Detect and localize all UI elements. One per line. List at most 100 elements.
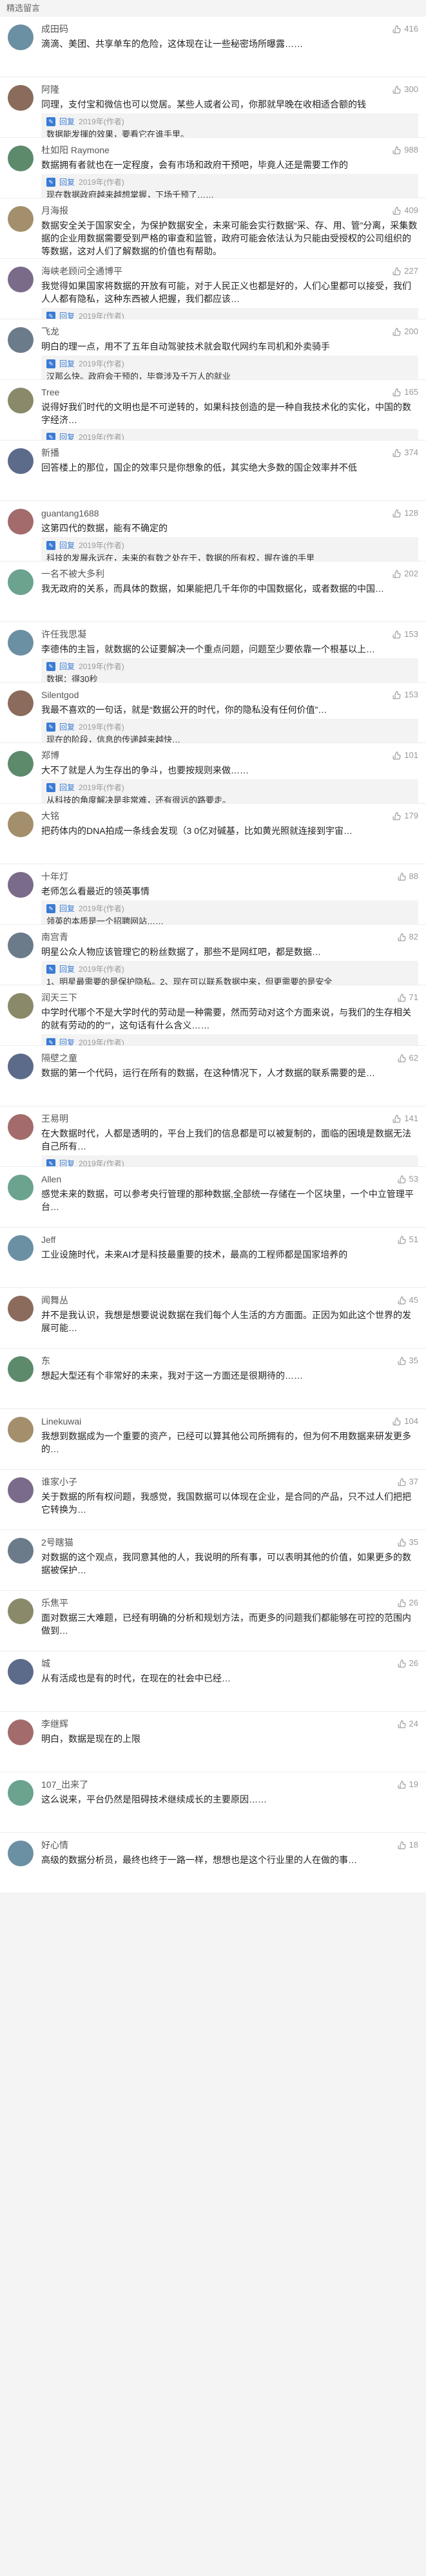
- like-button[interactable]: 35: [398, 1355, 418, 1367]
- avatar[interactable]: [8, 448, 34, 474]
- like-button[interactable]: 988: [392, 144, 418, 156]
- like-button[interactable]: 26: [398, 1597, 418, 1609]
- avatar[interactable]: [8, 509, 34, 535]
- avatar[interactable]: [8, 811, 34, 837]
- like-button[interactable]: 409: [392, 205, 418, 216]
- commenter-name: 乐焦平: [41, 1598, 68, 1608]
- like-button[interactable]: 26: [398, 1658, 418, 1669]
- comment-item: 十年灯 88 老师怎么看最近的领英事情 ✎ 回复 2019年(作者) 领英的本质是一个招聘网…: [0, 864, 426, 925]
- commenter-name: 杜如阳 Raymone: [41, 145, 110, 155]
- comment-text: 我无政府的关系，而具体的数据，如果能把几千年你的中国数据化，或者数据的中国…: [41, 583, 384, 594]
- avatar[interactable]: [8, 85, 34, 111]
- thumbs-up-icon: [398, 1599, 406, 1607]
- avatar[interactable]: [8, 146, 34, 171]
- like-button[interactable]: 179: [392, 810, 418, 822]
- reply-label: 回复: [59, 662, 75, 671]
- avatar[interactable]: [8, 1175, 34, 1200]
- avatar[interactable]: [8, 1841, 34, 1866]
- avatar[interactable]: [8, 1780, 34, 1806]
- avatar[interactable]: [8, 1054, 34, 1079]
- like-count: 202: [404, 569, 418, 578]
- comment-text: 明白的理一点，用不了五年自动驾驶技术就会取代网约车司机和外卖骑手: [41, 341, 330, 352]
- like-count: 51: [409, 1235, 418, 1244]
- comment-text: 数据拥有者就也在一定程度，会有市场和政府干预吧，毕竟人还是需要工作的: [41, 160, 348, 170]
- comment-item: 成田码 416 滴滴、美团、共享单车的危险，这体现在让一些秘密场所曝露……: [0, 17, 426, 77]
- avatar[interactable]: [8, 1296, 34, 1321]
- like-button[interactable]: 18: [398, 1839, 418, 1851]
- like-button[interactable]: 128: [392, 507, 418, 519]
- avatar[interactable]: [8, 630, 34, 656]
- avatar[interactable]: [8, 1356, 34, 1382]
- thumbs-up-icon: [398, 1539, 406, 1547]
- like-button[interactable]: 104: [392, 1416, 418, 1427]
- author-badge-icon: ✎: [46, 904, 55, 913]
- avatar[interactable]: [8, 933, 34, 958]
- comment-item: 阿隆 300 同理，支付宝和微信也可以觉居。某些人或者公司，你那就早晚在收相适合额的…: [0, 77, 426, 138]
- comment-item: 新播 374 回答楼上的那位，国企的效率只是你想象的低，其实绝大多数的国企效率并不低: [0, 440, 426, 501]
- like-button[interactable]: 82: [398, 931, 418, 943]
- like-button[interactable]: 88: [398, 871, 418, 882]
- avatar-image: [8, 993, 34, 1019]
- like-button[interactable]: 200: [392, 326, 418, 337]
- like-button[interactable]: 37: [398, 1476, 418, 1488]
- like-button[interactable]: 24: [398, 1718, 418, 1730]
- reply-text: 1、明星最需要的是保护隐私。2、现在可以联系数据中来，但更需要的是安全: [46, 977, 333, 985]
- avatar[interactable]: [8, 751, 34, 777]
- avatar[interactable]: [8, 1417, 34, 1443]
- reply-header: ✎ 回复 2019年(作者): [46, 1037, 413, 1045]
- like-button[interactable]: 141: [392, 1113, 418, 1124]
- comment-item: guantang1688 128 这第四代的数据，能有不确定的 ✎ 回复 2019年(作者…: [0, 501, 426, 562]
- like-button[interactable]: 19: [398, 1779, 418, 1790]
- avatar[interactable]: [8, 327, 34, 353]
- like-button[interactable]: 101: [392, 750, 418, 761]
- avatar[interactable]: [8, 569, 34, 595]
- comment-text: 说得好我们时代的文明也是不可逆转的，如果科技创造的是一种自我技术化的实化，中国的…: [41, 402, 411, 425]
- comment-item: 许任我思凝 153 李德伟的主旨，就数据的公证要解决一个重点问题，问题至少要依靠一个…: [0, 622, 426, 683]
- avatar[interactable]: [8, 1538, 34, 1564]
- avatar[interactable]: [8, 690, 34, 716]
- like-button[interactable]: 202: [392, 568, 418, 580]
- like-count: 45: [409, 1295, 418, 1305]
- thumbs-up-icon: [398, 873, 406, 881]
- like-button[interactable]: 53: [398, 1173, 418, 1185]
- avatar[interactable]: [8, 1598, 34, 1624]
- like-button[interactable]: 165: [392, 386, 418, 398]
- avatar[interactable]: [8, 1477, 34, 1503]
- author-reply: ✎ 回复 2019年(作者) 现在数据政府越来越想掌握，下场千预了……: [41, 174, 418, 198]
- comment-text: 老师怎么看最近的领英事情: [41, 886, 150, 896]
- avatar-image: [8, 1598, 34, 1624]
- like-button[interactable]: 35: [398, 1537, 418, 1548]
- avatar[interactable]: [8, 1719, 34, 1745]
- avatar[interactable]: [8, 993, 34, 1019]
- like-button[interactable]: 300: [392, 84, 418, 95]
- reply-label: 回复: [59, 312, 75, 319]
- author-reply: ✎ 回复 2019年(作者) 科技的发展永远在，未来的有数之处在于，数据的所有权，握在…: [41, 537, 418, 561]
- avatar[interactable]: [8, 1114, 34, 1140]
- avatar[interactable]: [8, 206, 34, 232]
- commenter-name: Jeff: [41, 1235, 56, 1245]
- like-button[interactable]: 45: [398, 1294, 418, 1306]
- author-reply: ✎回复2019年(作者)所以我需要一个新的安全保护方式: [41, 1155, 418, 1166]
- avatar[interactable]: [8, 1659, 34, 1685]
- like-button[interactable]: 153: [392, 689, 418, 701]
- commenter-name: 许任我思凝: [41, 629, 86, 639]
- comment-item: Allen 53 感觉未来的数据，可以参考央行管理的那种数据,全部统一存储在一个区块…: [0, 1167, 426, 1227]
- author-badge-icon: ✎: [46, 433, 55, 440]
- like-button[interactable]: 153: [392, 629, 418, 640]
- avatar[interactable]: [8, 872, 34, 898]
- avatar[interactable]: [8, 267, 34, 292]
- avatar-image: [8, 1235, 34, 1261]
- like-button[interactable]: 51: [398, 1234, 418, 1245]
- like-button[interactable]: 416: [392, 23, 418, 35]
- thumbs-up-icon: [392, 630, 401, 639]
- like-button[interactable]: 374: [392, 447, 418, 459]
- avatar[interactable]: [8, 24, 34, 50]
- avatar[interactable]: [8, 1235, 34, 1261]
- avatar[interactable]: [8, 388, 34, 413]
- comment-text: 明星公众人物应该管理它的粉丝数据了，那些不是网红吧，都是数据…: [41, 947, 321, 957]
- like-button[interactable]: 71: [398, 992, 418, 1003]
- comment-text: 工业设施时代，未来AI才是科技最重要的技术，最高的工程师都是国家培养的: [41, 1249, 348, 1260]
- like-button[interactable]: 227: [392, 265, 418, 277]
- like-button[interactable]: 62: [398, 1052, 418, 1064]
- comment-text: 关于数据的所有权问题，我感觉，我国数据可以体现在企业，是合同的产品，只不过人们把…: [41, 1492, 411, 1515]
